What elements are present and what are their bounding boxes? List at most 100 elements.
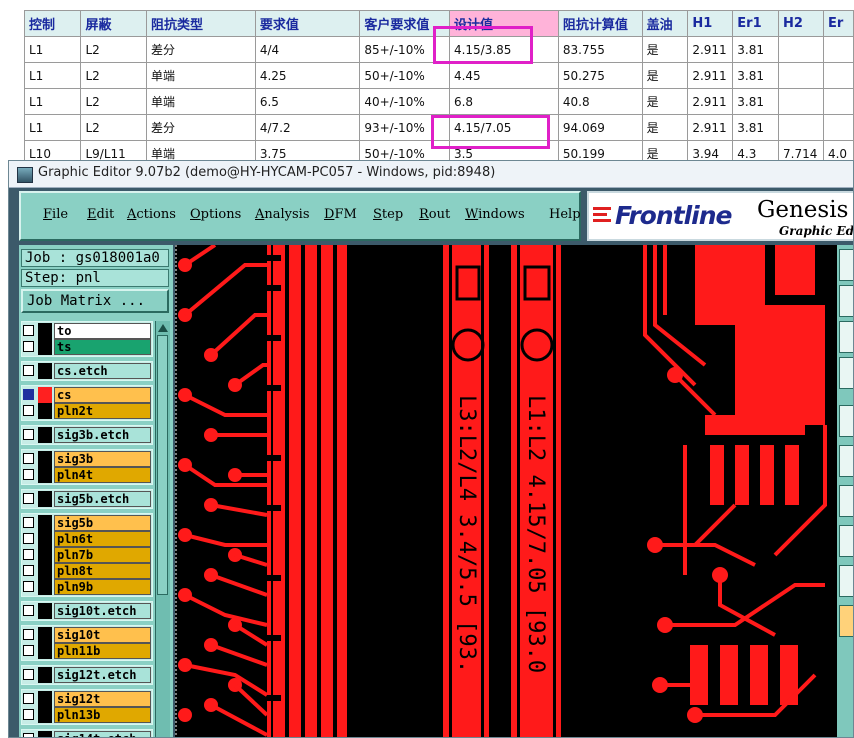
layer-color-swatch[interactable] — [38, 467, 52, 483]
layer-row[interactable]: pln13b — [21, 707, 153, 723]
layer-name[interactable]: sig5b.etch — [54, 491, 151, 507]
layer-color-swatch[interactable] — [38, 667, 52, 683]
layer-name[interactable]: sig10t.etch — [54, 603, 151, 619]
layer-name[interactable]: sig3b — [54, 451, 151, 467]
layer-name[interactable]: pln8t — [54, 563, 151, 579]
layer-color-swatch[interactable] — [38, 531, 52, 547]
layer-row[interactable]: sig5b.etch — [21, 491, 153, 507]
layer-checkbox[interactable] — [23, 341, 34, 352]
layer-color-swatch[interactable] — [38, 387, 52, 403]
layer-row[interactable]: sig3b — [21, 451, 153, 467]
layer-row[interactable]: pln2t — [21, 403, 153, 419]
tool-button-8[interactable] — [839, 525, 853, 557]
layer-color-swatch[interactable] — [38, 691, 52, 707]
layer-name[interactable]: sig3b.etch — [54, 427, 151, 443]
layer-name[interactable]: pln4t — [54, 467, 151, 483]
layer-name[interactable]: cs.etch — [54, 363, 151, 379]
layer-checkbox[interactable] — [23, 581, 34, 592]
layer-checkbox[interactable] — [23, 565, 34, 576]
pcb-graphic-canvas[interactable]: L3:L2/L4 3.4/5.5 [93. L1:L2 4.15/7.05 [9… — [175, 245, 837, 737]
layer-color-swatch[interactable] — [38, 363, 52, 379]
layer-name[interactable]: ts — [54, 339, 151, 355]
layer-color-swatch[interactable] — [38, 707, 52, 723]
menu-help[interactable]: Help — [549, 207, 581, 222]
layer-row[interactable]: sig10t.etch — [21, 603, 153, 619]
layer-row[interactable]: pln7b — [21, 547, 153, 563]
layer-checkbox[interactable] — [23, 325, 34, 336]
layer-checkbox[interactable] — [23, 733, 34, 737]
layer-checkbox[interactable] — [23, 517, 34, 528]
tool-button-3[interactable] — [839, 321, 853, 353]
layer-row[interactable]: sig12t.etch — [21, 667, 153, 683]
layer-name[interactable]: pln11b — [54, 643, 151, 659]
layer-color-swatch[interactable] — [38, 339, 52, 355]
layer-color-swatch[interactable] — [38, 323, 52, 339]
layer-color-swatch[interactable] — [38, 547, 52, 563]
layer-row[interactable]: sig5b — [21, 515, 153, 531]
menu-rout[interactable]: Rout — [419, 207, 450, 222]
title-bar[interactable]: Graphic Editor 9.07b2 (demo@HY-HYCAM-PC0… — [9, 161, 853, 188]
layer-checkbox[interactable] — [23, 405, 34, 416]
layer-row[interactable]: pln8t — [21, 563, 153, 579]
tool-button-6[interactable] — [839, 445, 853, 477]
layer-row[interactable]: cs — [21, 387, 153, 403]
layer-list-scrollbar[interactable] — [155, 321, 170, 737]
layer-row[interactable]: pln6t — [21, 531, 153, 547]
layer-checkbox[interactable] — [23, 365, 34, 376]
layer-color-swatch[interactable] — [38, 627, 52, 643]
layer-color-swatch[interactable] — [38, 403, 52, 419]
layer-checkbox[interactable] — [23, 549, 34, 560]
layer-row[interactable]: to — [21, 323, 153, 339]
layer-name[interactable]: sig5b — [54, 515, 151, 531]
layer-checkbox[interactable] — [23, 389, 34, 400]
layer-name[interactable]: pln6t — [54, 531, 151, 547]
tool-button-10[interactable] — [839, 605, 853, 637]
layer-checkbox[interactable] — [23, 469, 34, 480]
layer-color-swatch[interactable] — [38, 563, 52, 579]
tool-button-1[interactable] — [839, 249, 853, 281]
tool-button-5[interactable] — [839, 405, 853, 437]
layer-color-swatch[interactable] — [38, 451, 52, 467]
layer-row[interactable]: sig10t — [21, 627, 153, 643]
layer-checkbox[interactable] — [23, 709, 34, 720]
layer-color-swatch[interactable] — [38, 515, 52, 531]
tool-button-2[interactable] — [839, 285, 853, 317]
layer-checkbox[interactable] — [23, 669, 34, 680]
layer-name[interactable]: pln2t — [54, 403, 151, 419]
layer-color-swatch[interactable] — [38, 603, 52, 619]
layer-row[interactable]: cs.etch — [21, 363, 153, 379]
layer-row[interactable]: pln9b — [21, 579, 153, 595]
tool-button-9[interactable] — [839, 565, 853, 597]
menu-actions[interactable]: Actions — [127, 207, 176, 222]
layer-checkbox[interactable] — [23, 493, 34, 504]
layer-color-swatch[interactable] — [38, 427, 52, 443]
layer-row[interactable]: sig14t.etch — [21, 731, 153, 737]
layer-row[interactable]: ts — [21, 339, 153, 355]
layer-checkbox[interactable] — [23, 629, 34, 640]
layer-name[interactable]: to — [54, 323, 151, 339]
layer-checkbox[interactable] — [23, 453, 34, 464]
job-matrix-button[interactable]: Job Matrix ... — [21, 289, 169, 313]
menu-dfm[interactable]: DFM — [324, 207, 357, 222]
layer-row[interactable]: sig12t — [21, 691, 153, 707]
layer-name[interactable]: sig12t — [54, 691, 151, 707]
menu-edit[interactable]: Edit — [87, 207, 114, 222]
layer-color-swatch[interactable] — [38, 643, 52, 659]
layer-name[interactable]: pln7b — [54, 547, 151, 563]
layer-checkbox[interactable] — [23, 429, 34, 440]
layer-checkbox[interactable] — [23, 645, 34, 656]
layer-row[interactable]: pln11b — [21, 643, 153, 659]
scrollbar-thumb[interactable] — [157, 335, 168, 595]
tool-button-4[interactable] — [839, 357, 853, 389]
layer-checkbox[interactable] — [23, 605, 34, 616]
menu-file[interactable]: File — [43, 207, 68, 222]
menu-windows[interactable]: Windows — [465, 207, 525, 222]
menu-options[interactable]: Options — [190, 207, 241, 222]
menu-analysis[interactable]: Analysis — [255, 207, 310, 222]
layer-checkbox[interactable] — [23, 693, 34, 704]
layer-name[interactable]: sig12t.etch — [54, 667, 151, 683]
menu-step[interactable]: Step — [373, 207, 403, 222]
layer-color-swatch[interactable] — [38, 579, 52, 595]
tool-button-7[interactable] — [839, 485, 853, 517]
layer-name[interactable]: cs — [54, 387, 151, 403]
